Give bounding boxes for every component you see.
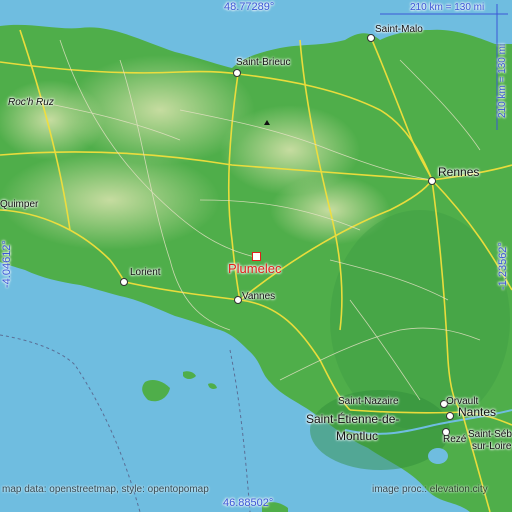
city-label-sur-loire: sur-Loire — [472, 441, 512, 452]
city-label-montluc: Montluc — [336, 429, 379, 443]
city-label-saint-brieuc: Saint-Brieuc — [236, 57, 291, 68]
attribution-right: image proc.: elevation.city — [372, 484, 488, 495]
map-canvas[interactable]: 48.77289° 46.88502° -4.04612° -1.23562° … — [0, 0, 512, 512]
highlight-marker-plumelec[interactable] — [252, 252, 261, 261]
city-marker-vannes[interactable] — [234, 296, 242, 304]
city-label-nantes: Nantes — [458, 405, 497, 419]
scale-vertical: 210 km = 130 mi — [497, 43, 508, 118]
city-marker-lorient[interactable] — [120, 278, 128, 286]
attribution-left: map data: openstreetmap, style: opentopo… — [2, 484, 209, 495]
city-marker-rennes[interactable] — [428, 177, 436, 185]
highlight-label-plumelec: Plumelec — [228, 261, 282, 276]
city-label-lorient: Lorient — [130, 267, 161, 278]
coord-left: -4.04612° — [1, 240, 13, 288]
coord-right: -1.23562° — [497, 242, 509, 290]
scale-horizontal: 210 km = 130 mi — [410, 2, 485, 13]
city-label-quimper: Quimper — [0, 199, 39, 210]
city-marker-saint-brieuc[interactable] — [233, 69, 241, 77]
coord-bottom: 46.88502° — [223, 497, 274, 509]
city-marker-nantes[interactable] — [446, 412, 454, 420]
city-label-reze: Rezé — [443, 434, 467, 445]
place-label-roch-ruz: Roc'h Ruz — [8, 97, 54, 108]
city-label-vannes: Vannes — [242, 291, 276, 302]
city-label-saint-nazaire: Saint-Nazaire — [338, 396, 399, 407]
peak-icon — [264, 120, 270, 125]
city-label-saint-seb: Saint-Séb — [468, 429, 512, 440]
city-label-saint-malo: Saint-Malo — [375, 24, 423, 35]
coord-top: 48.77289° — [224, 1, 275, 13]
city-marker-saint-malo[interactable] — [367, 34, 375, 42]
city-label-saint-etienne: Saint-Étienne-de- — [306, 412, 400, 426]
city-label-rennes: Rennes — [438, 165, 480, 179]
